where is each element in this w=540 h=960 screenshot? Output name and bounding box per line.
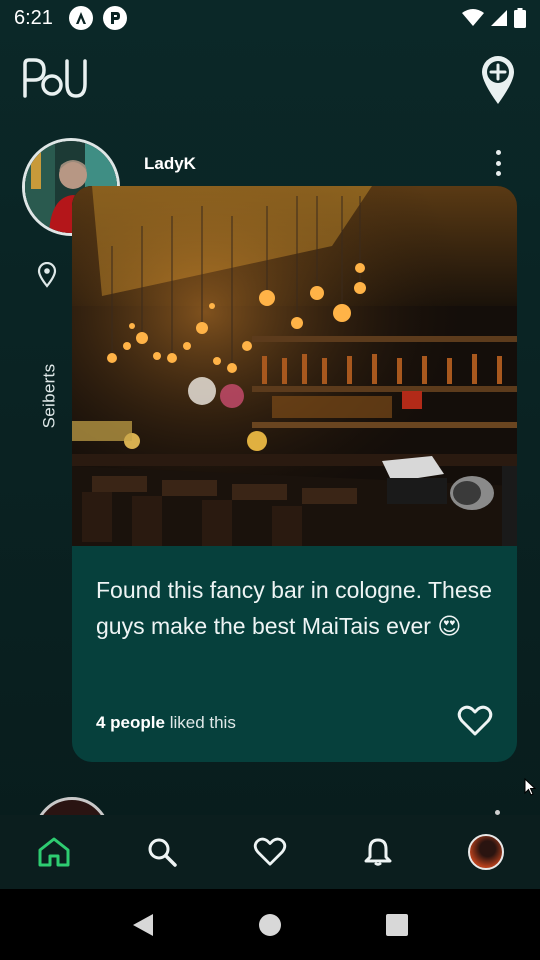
recents-button[interactable] xyxy=(377,905,417,945)
nav-notifications[interactable] xyxy=(351,825,405,879)
like-button[interactable] xyxy=(457,705,493,737)
post-card: Found this fancy bar in cologne. These g… xyxy=(72,186,517,762)
likes-count-text: liked this xyxy=(164,713,236,732)
signal-icon xyxy=(491,10,507,26)
nav-profile[interactable] xyxy=(459,825,513,879)
more-dot xyxy=(495,160,501,166)
home-circle-icon xyxy=(258,913,281,936)
post-caption: Found this fancy bar in cologne. These g… xyxy=(96,577,492,639)
system-navigation xyxy=(0,889,540,960)
status-bar: 6:21 xyxy=(0,0,540,36)
home-icon xyxy=(38,837,70,867)
home-button[interactable] xyxy=(250,905,290,945)
post-username[interactable]: LadyK xyxy=(144,154,196,174)
post-location-text: Seiberts xyxy=(39,363,59,429)
add-location-icon xyxy=(482,56,514,104)
status-time: 6:21 xyxy=(14,6,53,29)
heart-outline-icon xyxy=(457,705,493,736)
notification-p-icon xyxy=(102,6,127,30)
notification-a-icon xyxy=(68,6,93,30)
nav-favorites[interactable] xyxy=(243,825,297,879)
back-icon xyxy=(133,913,154,936)
more-dot xyxy=(495,171,501,176)
battery-icon xyxy=(514,8,526,28)
post-location[interactable]: Seiberts xyxy=(22,336,76,456)
heart-icon xyxy=(253,837,287,866)
profile-avatar xyxy=(468,834,504,870)
pou-logo-icon xyxy=(23,58,87,98)
nav-home[interactable] xyxy=(27,825,81,879)
post-photo[interactable] xyxy=(72,186,517,546)
bottom-navigation xyxy=(0,815,540,889)
back-button[interactable] xyxy=(123,905,163,945)
search-icon xyxy=(148,838,177,867)
recents-icon xyxy=(385,913,408,936)
nav-search[interactable] xyxy=(135,825,189,879)
post-item: LadyK Seiberts Found this fancy bar in c… xyxy=(0,136,540,776)
wifi-icon xyxy=(462,9,484,26)
likes-count-bold: 4 people xyxy=(96,713,165,732)
more-dot xyxy=(495,150,501,155)
app-logo xyxy=(22,58,88,103)
more-options-button[interactable] xyxy=(486,150,510,176)
bell-icon xyxy=(364,838,392,866)
mouse-cursor-icon xyxy=(524,777,537,801)
location-pin-icon xyxy=(37,261,57,293)
bar-photo xyxy=(72,186,517,546)
add-location-button[interactable] xyxy=(478,52,518,106)
likes-count[interactable]: 4 people liked this xyxy=(96,713,236,733)
app-header xyxy=(0,52,540,108)
